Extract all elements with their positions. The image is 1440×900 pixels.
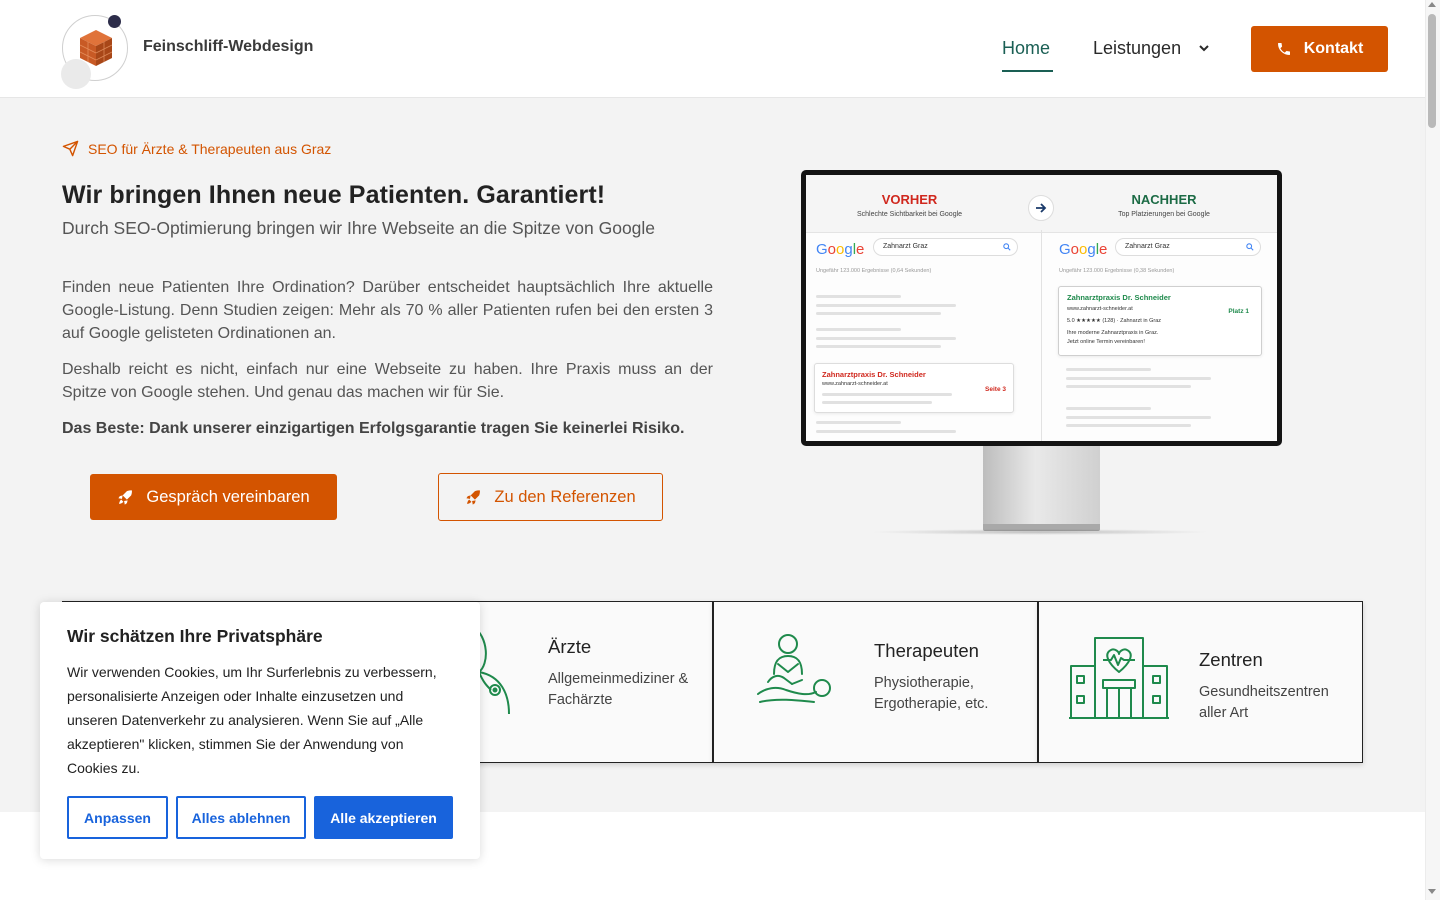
search-icon bbox=[1246, 243, 1254, 251]
card-desc-aerzte-1: Allgemeinmediziner & bbox=[548, 671, 689, 687]
hero-tagline-text: SEO für Ärzte & Therapeuten aus Graz bbox=[88, 140, 332, 157]
after-title: NACHHER bbox=[1131, 192, 1197, 207]
scrollbar-thumb[interactable] bbox=[1428, 14, 1436, 128]
hero-paragraph-3: Das Beste: Dank unserer einzigartigen Er… bbox=[62, 420, 685, 437]
therapist-icon bbox=[757, 634, 831, 703]
cookie-title: Wir schätzen Ihre Privatsphäre bbox=[67, 626, 323, 646]
nav-active-indicator bbox=[1002, 70, 1053, 72]
placeholder-line bbox=[816, 421, 901, 424]
paper-plane-icon bbox=[62, 140, 79, 157]
placeholder-line bbox=[816, 312, 941, 315]
search-box-after: Zahnarzt Graz bbox=[1115, 238, 1261, 256]
cookie-customize-button[interactable]: Anpassen bbox=[67, 796, 168, 839]
before-title: VORHER bbox=[881, 192, 938, 207]
search-box-before: Zahnarzt Graz bbox=[873, 238, 1018, 256]
schedule-call-label: Gespräch vereinbaren bbox=[146, 487, 310, 506]
card-therapeuten[interactable]: Therapeuten Physiotherapie, Ergotherapie… bbox=[713, 601, 1038, 763]
schedule-call-button[interactable]: Gespräch vereinbaren bbox=[90, 474, 337, 520]
cookie-reject-button[interactable]: Alles ablehnen bbox=[176, 796, 306, 839]
contact-button[interactable]: Kontakt bbox=[1251, 26, 1388, 72]
result-card-before: Zahnarztpraxis Dr. Schneider www.zahnarz… bbox=[814, 363, 1014, 413]
references-button[interactable]: Zu den Referenzen bbox=[438, 473, 663, 521]
card-title-aerzte: Ärzte bbox=[548, 636, 592, 657]
scroll-down-icon[interactable] bbox=[1428, 889, 1436, 894]
rank-after: Platz 1 bbox=[1228, 308, 1249, 315]
google-logo-before: Google bbox=[816, 241, 865, 258]
rocket-icon bbox=[466, 489, 481, 505]
placeholder-line bbox=[816, 295, 901, 298]
placeholder-line bbox=[816, 328, 901, 331]
scroll-up-icon[interactable] bbox=[1428, 2, 1436, 7]
card-zentren[interactable]: Zentren Gesundheitszentren aller Art bbox=[1038, 601, 1363, 763]
result-card-after: Zahnarztpraxis Dr. Schneider www.zahnarz… bbox=[1058, 286, 1262, 356]
placeholder-line bbox=[1066, 377, 1211, 380]
search-query-after: Zahnarzt Graz bbox=[1125, 243, 1170, 250]
hero-tagline: SEO für Ärzte & Therapeuten aus Graz bbox=[62, 140, 331, 157]
nav-home[interactable]: Home bbox=[1002, 38, 1050, 59]
brick-cube-icon bbox=[79, 30, 113, 66]
card-desc-zentren-2: aller Art bbox=[1199, 705, 1249, 721]
placeholder-line bbox=[816, 345, 941, 348]
result-desc-1: Ihre moderne Zahnarztpraxis in Graz. bbox=[1067, 330, 1159, 336]
phone-icon bbox=[1277, 43, 1290, 55]
hero-paragraph-2: Deshalb reicht es nicht, einfach nur ein… bbox=[62, 361, 713, 401]
placeholder-line bbox=[1066, 368, 1151, 371]
placeholder-line bbox=[1066, 424, 1191, 427]
monitor-screen: VORHER Schlechte Sichtbarkeit bei Google… bbox=[806, 175, 1277, 441]
google-logo-after: Google bbox=[1059, 241, 1108, 258]
site-logo[interactable] bbox=[61, 15, 128, 89]
result-desc-2: Jetzt online Termin vereinbaren! bbox=[1067, 339, 1145, 345]
placeholder-line bbox=[1066, 385, 1191, 388]
before-subtitle: Schlechte Sichtbarkeit bei Google bbox=[856, 211, 963, 218]
logo-dot bbox=[108, 15, 121, 28]
column-divider bbox=[1041, 230, 1042, 441]
site-header: Feinschliff-Webdesign Home Leistungen Ko… bbox=[0, 0, 1425, 98]
card-title-therapeuten: Therapeuten bbox=[874, 640, 979, 661]
hero-paragraph-1: Finden neue Patienten Ihre Ordination? D… bbox=[62, 279, 713, 342]
result-title-after: Zahnarztpraxis Dr. Schneider bbox=[1067, 293, 1171, 302]
after-subtitle: Top Platzierungen bei Google bbox=[1118, 211, 1210, 218]
result-url-before: www.zahnarzt-schneider.at bbox=[822, 381, 888, 387]
placeholder-line bbox=[822, 401, 932, 404]
card-desc-zentren-1: Gesundheitszentren bbox=[1199, 684, 1329, 700]
card-desc-therapeuten-1: Physiotherapie, bbox=[874, 675, 974, 691]
card-desc-therapeuten-2: Ergotherapie, etc. bbox=[874, 696, 989, 712]
hero-title: Wir bringen Ihnen neue Patienten. Garant… bbox=[62, 181, 606, 209]
scrollbar[interactable] bbox=[1425, 0, 1440, 900]
cookie-accept-button[interactable]: Alle akzeptieren bbox=[314, 796, 453, 839]
result-rating-after: 5.0 ★★★★★ (128) · Zahnarzt in Graz bbox=[1067, 318, 1162, 324]
result-url-after: www.zahnarzt-schneider.at bbox=[1067, 306, 1133, 312]
cookie-consent-banner: Wir schätzen Ihre Privatsphäre Wir verwe… bbox=[40, 602, 480, 859]
results-count-before: Ungefähr 123.000 Ergebnisse (0,64 Sekund… bbox=[816, 268, 932, 274]
rank-before: Seite 3 bbox=[985, 386, 1006, 393]
card-desc-aerzte-2: Fachärzte bbox=[548, 692, 613, 708]
placeholder-line bbox=[816, 304, 956, 307]
monitor-stand bbox=[983, 446, 1100, 526]
results-count-after: Ungefähr 123.000 Ergebnisse (0,38 Sekund… bbox=[1059, 268, 1175, 274]
placeholder-line bbox=[1066, 416, 1211, 419]
result-title-before: Zahnarztpraxis Dr. Schneider bbox=[822, 370, 926, 379]
monitor-illustration: VORHER Schlechte Sichtbarkeit bei Google… bbox=[801, 170, 1282, 446]
placeholder-line bbox=[816, 337, 956, 340]
placeholder-line bbox=[822, 393, 952, 396]
brand-name[interactable]: Feinschliff-Webdesign bbox=[143, 38, 313, 56]
cookie-text: Wir verwenden Cookies, um Ihr Surferlebn… bbox=[67, 664, 437, 776]
hero-subtitle: Durch SEO-Optimierung bringen wir Ihre W… bbox=[62, 218, 656, 238]
hospital-icon bbox=[1069, 637, 1169, 719]
chevron-down-icon[interactable] bbox=[1198, 43, 1210, 53]
card-title-zentren: Zentren bbox=[1199, 649, 1263, 670]
placeholder-line bbox=[816, 430, 956, 433]
contact-button-label: Kontakt bbox=[1303, 40, 1364, 57]
search-query-before: Zahnarzt Graz bbox=[883, 243, 928, 250]
rocket-icon bbox=[118, 489, 133, 505]
monitor-shadow bbox=[870, 529, 1210, 535]
arrow-right-icon bbox=[1028, 195, 1054, 221]
search-icon bbox=[1003, 243, 1011, 251]
nav-leistungen[interactable]: Leistungen bbox=[1093, 38, 1181, 59]
placeholder-line bbox=[1066, 407, 1151, 410]
references-label: Zu den Referenzen bbox=[494, 487, 636, 506]
